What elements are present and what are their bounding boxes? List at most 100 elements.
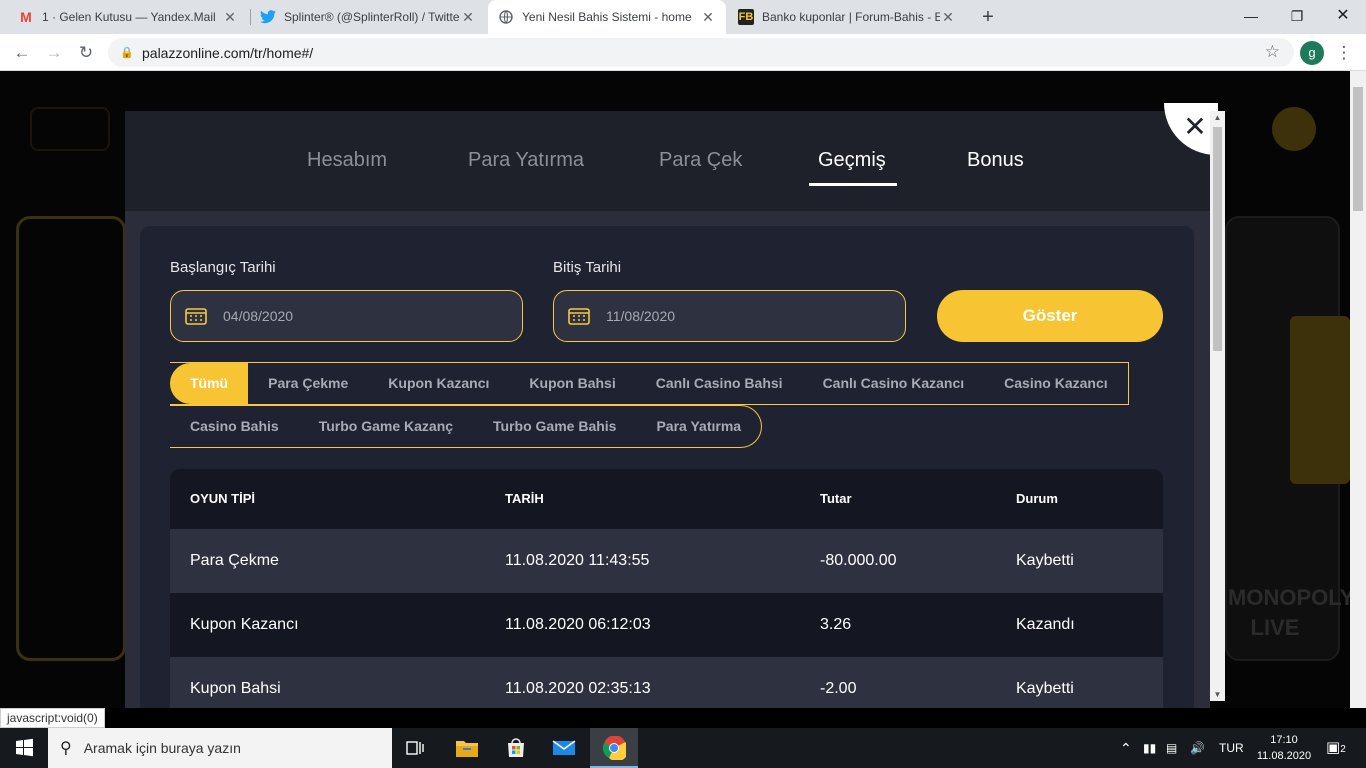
lock-icon: 🔒 (120, 47, 134, 59)
cell-amount: -80.000.00 (820, 552, 897, 569)
language-indicator[interactable]: TUR (1219, 728, 1244, 768)
page-scrollbar[interactable] (1350, 71, 1366, 708)
calendar-icon (568, 308, 590, 325)
filter-casino-bahis[interactable]: Casino Bahis (170, 406, 299, 447)
globe-icon (498, 9, 514, 25)
cell-date: 11.08.2020 06:12:03 (505, 616, 651, 633)
scroll-up-icon[interactable]: ▲ (1210, 113, 1225, 122)
filter-turbo-game-kazanc[interactable]: Turbo Game Kazanç (299, 406, 473, 447)
tab-forum-bahis[interactable]: FB Banko kuponlar | Forum-Bahis - E ✕ (728, 0, 966, 34)
monopoly-logo: MONOPOLY LIVE (1228, 585, 1355, 640)
tab-hesabim[interactable]: Hesabım (307, 149, 387, 172)
browser-toolbar: ← → ↻ 🔒 palazzonline.com/tr/home#/ ☆ (0, 34, 1366, 71)
tab-yandex-mail[interactable]: M 1 · Gelen Kutusu — Yandex.Mail ✕ (8, 0, 248, 34)
mail-icon[interactable] (550, 734, 578, 762)
file-explorer-icon[interactable] (453, 734, 481, 762)
windows-taskbar: ⚲ Aramak için buraya yazın ⌃ ▮▮ ▤ 🔊 TUR … (0, 728, 1366, 768)
cell-status: Kaybetti (1016, 680, 1074, 697)
column-header: OYUN TİPİ (190, 491, 256, 506)
filter-kupon-kazanci[interactable]: Kupon Kazancı (368, 363, 509, 404)
bookmark-star-icon[interactable]: ☆ (1265, 42, 1280, 62)
column-header: Durum (1016, 491, 1058, 506)
tab-title: 1 · Gelen Kutusu — Yandex.Mail (42, 10, 216, 24)
end-date-input[interactable]: 11/08/2020 (553, 290, 906, 342)
twitter-icon (260, 9, 276, 25)
start-date-value: 04/08/2020 (223, 308, 294, 324)
reload-icon[interactable]: ↻ (74, 41, 98, 65)
tray-expand-icon[interactable]: ⌃ (1120, 728, 1132, 768)
active-tab-indicator (809, 183, 897, 186)
cell-status: Kazandı (1016, 616, 1075, 633)
back-icon[interactable]: ← (10, 41, 34, 65)
tab-gecmis[interactable]: Geçmiş (818, 149, 886, 172)
search-icon: ⚲ (60, 740, 72, 757)
taskbar-clock[interactable]: 17:10 11.08.2020 (1248, 732, 1320, 764)
filter-turbo-game-bahis[interactable]: Turbo Game Bahis (473, 406, 636, 447)
minimize-icon[interactable]: — (1228, 0, 1274, 34)
filter-para-yatirma[interactable]: Para Yatırma (636, 406, 761, 447)
close-tab-icon[interactable]: ✕ (222, 9, 238, 26)
taskbar-search[interactable]: ⚲ Aramak için buraya yazın (48, 728, 392, 768)
filter-row-1: Tümü Para Çekme Kupon Kazancı Kupon Bahs… (170, 362, 1129, 405)
status-tooltip: javascript:void(0) (0, 708, 105, 728)
cell-amount: -2.00 (820, 680, 857, 697)
gmail-icon: M (20, 9, 32, 25)
tab-title: Splinter® (@SplinterRoll) / Twitte (284, 10, 460, 24)
filter-canli-casino-kazanci[interactable]: Canlı Casino Kazancı (803, 363, 985, 404)
network-icon[interactable]: ▤ (1166, 728, 1177, 768)
side-banner (1290, 316, 1350, 484)
browser-menu-icon[interactable]: ⋮ (1334, 40, 1354, 66)
end-date-value: 11/08/2020 (606, 308, 676, 324)
promo-frame-left (16, 216, 126, 661)
tab-bonus[interactable]: Bonus (967, 149, 1024, 172)
filter-para-cekme[interactable]: Para Çekme (248, 363, 368, 404)
browser-tab-bar: M 1 · Gelen Kutusu — Yandex.Mail ✕ Splin… (0, 0, 1366, 34)
tab-para-cek[interactable]: Para Çek (659, 149, 742, 172)
close-tab-icon[interactable]: ✕ (460, 9, 476, 26)
clock-time: 17:10 (1270, 734, 1298, 746)
task-view-icon[interactable] (402, 734, 430, 762)
filter-casino-kazanci[interactable]: Casino Kazancı (984, 363, 1127, 404)
close-tab-icon[interactable]: ✕ (700, 9, 716, 26)
cell-amount: 3.26 (820, 616, 852, 633)
address-bar[interactable]: 🔒 palazzonline.com/tr/home#/ ☆ (108, 38, 1294, 67)
volume-icon[interactable]: 🔊 (1190, 728, 1205, 768)
filter-kupon-bahsi[interactable]: Kupon Bahsi (509, 363, 635, 404)
url-text: palazzonline.com/tr/home#/ (142, 44, 314, 61)
start-button[interactable] (0, 728, 48, 768)
chrome-taskbar-button[interactable] (590, 728, 638, 768)
cell-type: Kupon Bahsi (190, 680, 281, 697)
forward-icon[interactable]: → (42, 41, 66, 65)
modal-scrollbar-thumb[interactable] (1213, 127, 1222, 351)
table-row: Para Çekme 11.08.2020 11:43:55 -80.000.0… (170, 529, 1163, 593)
new-tab-icon[interactable]: + (976, 5, 1000, 29)
table-header: OYUN TİPİ TARİH Tutar Durum (170, 469, 1163, 529)
filter-tumu[interactable]: Tümü (170, 363, 249, 404)
tab-palazz-home[interactable]: Yeni Nesil Bahis Sistemi - home ✕ (488, 0, 726, 34)
clock-date: 11.08.2020 (1256, 750, 1312, 762)
table-row: Kupon Bahsi 11.08.2020 02:35:13 -2.00 Ka… (170, 657, 1163, 708)
close-tab-icon[interactable]: ✕ (940, 9, 956, 26)
filter-canli-casino-bahsi[interactable]: Canlı Casino Bahsi (636, 363, 803, 404)
notification-icon[interactable]: ▣2 (1326, 728, 1346, 768)
table-row: Kupon Kazancı 11.08.2020 06:12:03 3.26 K… (170, 593, 1163, 657)
site-logo (30, 107, 110, 151)
start-date-input[interactable]: 04/08/2020 (170, 290, 523, 342)
tab-para-yatirma[interactable]: Para Yatırma (468, 149, 584, 172)
cell-type: Kupon Kazancı (190, 616, 299, 633)
close-window-icon[interactable]: ✕ (1320, 0, 1366, 34)
store-icon[interactable] (502, 734, 530, 762)
scroll-down-icon[interactable]: ▼ (1210, 690, 1225, 699)
modal-scrollbar[interactable]: ▲ ▼ (1210, 111, 1225, 701)
battery-icon[interactable]: ▮▮ (1143, 728, 1156, 768)
history-panel: Başlangıç Tarihi Bitiş Tarihi 04/08/2020… (140, 226, 1194, 708)
coin-icon (1272, 107, 1316, 151)
cell-date: 11.08.2020 11:43:55 (505, 552, 650, 569)
cell-status: Kaybetti (1016, 552, 1074, 569)
show-button[interactable]: Göster (937, 290, 1163, 342)
chrome-icon (602, 736, 626, 760)
tab-twitter[interactable]: Splinter® (@SplinterRoll) / Twitte ✕ (250, 0, 486, 34)
profile-avatar[interactable]: g (1300, 41, 1324, 65)
restore-icon[interactable]: ❐ (1274, 0, 1320, 34)
page-scrollbar-thumb[interactable] (1353, 87, 1363, 211)
